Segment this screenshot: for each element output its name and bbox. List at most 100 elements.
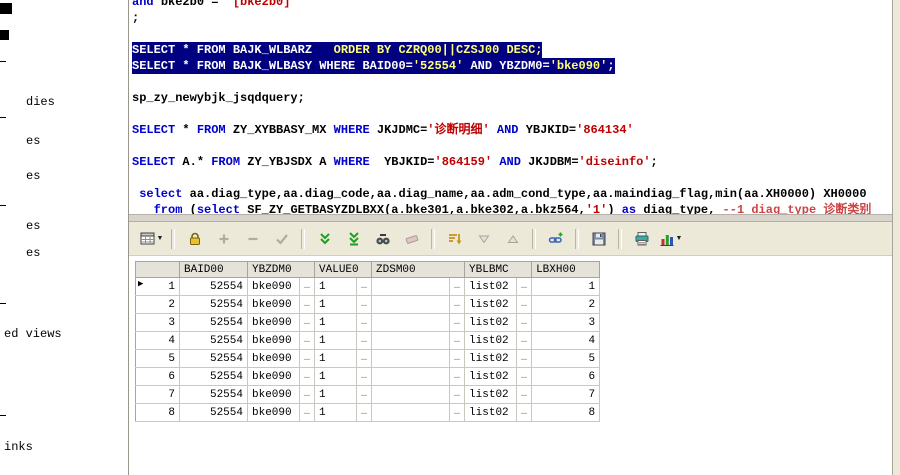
cell-baid00[interactable]: 52554 [179,367,248,386]
cell-zdsm00[interactable] [371,385,451,404]
row-number-cell[interactable]: 3 [135,313,180,332]
cell-yblbmc[interactable]: list02 [464,331,518,350]
cell-expand-button[interactable]: … [516,295,533,314]
cell-lbxh00[interactable]: 1 [531,277,601,296]
row-number-cell[interactable]: 6 [135,367,180,386]
cell-value0[interactable]: 1 [314,349,358,368]
cell-lbxh00[interactable]: 7 [531,385,601,404]
cell-expand-button[interactable]: … [356,385,373,404]
editor-line[interactable] [132,170,892,186]
cell-expand-button[interactable]: … [516,385,533,404]
editor-line[interactable]: ; [132,10,892,26]
filter-ascending-button[interactable] [499,227,526,251]
cell-expand-button[interactable]: … [299,331,316,350]
vertical-scrollbar[interactable] [892,0,900,475]
cell-expand-button[interactable]: … [449,349,466,368]
cell-lbxh00[interactable]: 3 [531,313,601,332]
cell-expand-button[interactable]: … [516,277,533,296]
cell-expand-button[interactable]: … [356,403,373,422]
cell-ybzdm0[interactable]: bke090 [247,349,300,368]
cell-ybzdm0[interactable]: bke090 [247,385,300,404]
cell-yblbmc[interactable]: list02 [464,313,518,332]
cell-value0[interactable]: 1 [314,403,358,422]
tree-item[interactable]: es [26,169,40,183]
insert-record-button[interactable] [210,227,237,251]
tree-item-materialized-views[interactable]: ed views [4,327,62,341]
cell-expand-button[interactable]: … [449,331,466,350]
cell-expand-button[interactable]: … [516,403,533,422]
tree-item-database-links[interactable]: inks [4,440,33,454]
editor-line[interactable] [132,138,892,154]
cell-yblbmc[interactable]: list02 [464,367,518,386]
linked-query-button[interactable] [542,227,569,251]
editor-results-splitter[interactable] [129,214,892,222]
row-number-cell[interactable]: 7 [135,385,180,404]
editor-line[interactable]: SELECT A.* FROM ZY_YBJSDX A WHERE YBJKID… [132,154,892,170]
row-number-cell[interactable]: 5 [135,349,180,368]
sql-editor[interactable]: and bke2b0 = '[bke2b0]'; SELECT * FROM BA… [129,0,892,214]
fetch-last-page-button[interactable] [340,227,367,251]
cell-value0[interactable]: 1 [314,277,358,296]
column-header-ybzdm0[interactable]: YBZDM0 [247,261,316,278]
cell-expand-button[interactable]: … [449,385,466,404]
filter-descending-button[interactable] [470,227,497,251]
editor-line[interactable] [132,26,892,42]
fetch-next-page-button[interactable] [311,227,338,251]
chart-button[interactable]: ▼ [657,227,684,251]
cell-expand-button[interactable]: … [516,313,533,332]
column-header-value0[interactable]: VALUE0 [314,261,373,278]
cell-expand-button[interactable]: … [356,295,373,314]
cell-expand-button[interactable]: … [449,277,466,296]
editor-line[interactable]: select aa.diag_type,aa.diag_code,aa.diag… [132,186,892,202]
tree-item[interactable]: es [26,246,40,260]
column-header-yblbmc[interactable]: YBLBMC [464,261,533,278]
cell-expand-button[interactable]: … [356,331,373,350]
cell-zdsm00[interactable] [371,313,451,332]
cell-expand-button[interactable]: … [516,367,533,386]
row-number-cell[interactable]: 4 [135,331,180,350]
cell-expand-button[interactable]: … [356,277,373,296]
cell-value0[interactable]: 1 [314,367,358,386]
cell-yblbmc[interactable]: list02 [464,295,518,314]
column-header-baid00[interactable]: BAID00 [179,261,248,278]
cell-lbxh00[interactable]: 8 [531,403,601,422]
cell-zdsm00[interactable] [371,403,451,422]
cell-ybzdm0[interactable]: bke090 [247,277,300,296]
cell-value0[interactable]: 1 [314,331,358,350]
cell-ybzdm0[interactable]: bke090 [247,331,300,350]
cell-ybzdm0[interactable]: bke090 [247,313,300,332]
cell-zdsm00[interactable] [371,295,451,314]
cell-expand-button[interactable]: … [449,313,466,332]
cell-expand-button[interactable]: … [299,385,316,404]
cell-expand-button[interactable]: … [449,367,466,386]
cell-baid00[interactable]: 52554 [179,295,248,314]
cell-expand-button[interactable]: … [356,367,373,386]
tree-item[interactable]: es [26,134,40,148]
column-header-zdsm00[interactable]: ZDSM00 [371,261,466,278]
cell-baid00[interactable]: 52554 [179,313,248,332]
cell-expand-button[interactable]: … [299,367,316,386]
cell-ybzdm0[interactable]: bke090 [247,295,300,314]
cell-ybzdm0[interactable]: bke090 [247,367,300,386]
cell-yblbmc[interactable]: list02 [464,349,518,368]
save-results-button[interactable] [585,227,612,251]
column-header-lbxh00[interactable]: LBXH00 [531,261,601,278]
editor-line[interactable]: from (select SF_ZY_GETBASYZDLBXX(a.bke30… [132,202,892,214]
cell-expand-button[interactable]: … [299,349,316,368]
cell-value0[interactable]: 1 [314,295,358,314]
cell-baid00[interactable]: 52554 [179,385,248,404]
editor-line[interactable]: SELECT * FROM ZY_XYBBASY_MX WHERE JKJDMC… [132,122,892,138]
cell-value0[interactable]: 1 [314,313,358,332]
delete-record-button[interactable] [239,227,266,251]
editor-line[interactable]: SELECT * FROM BAJK_WLBARZ ORDER BY CZRQ0… [132,42,892,58]
cell-expand-button[interactable]: … [299,403,316,422]
editor-line[interactable]: sp_zy_newybjk_jsqdquery; [132,90,892,106]
cell-baid00[interactable]: 52554 [179,331,248,350]
row-number-cell[interactable]: ▶ 1 [135,277,180,296]
cell-baid00[interactable]: 52554 [179,349,248,368]
cell-yblbmc[interactable]: list02 [464,403,518,422]
cell-yblbmc[interactable]: list02 [464,277,518,296]
cell-lbxh00[interactable]: 2 [531,295,601,314]
editor-line[interactable]: and bke2b0 = '[bke2b0]' [132,0,892,10]
cell-expand-button[interactable]: … [299,277,316,296]
